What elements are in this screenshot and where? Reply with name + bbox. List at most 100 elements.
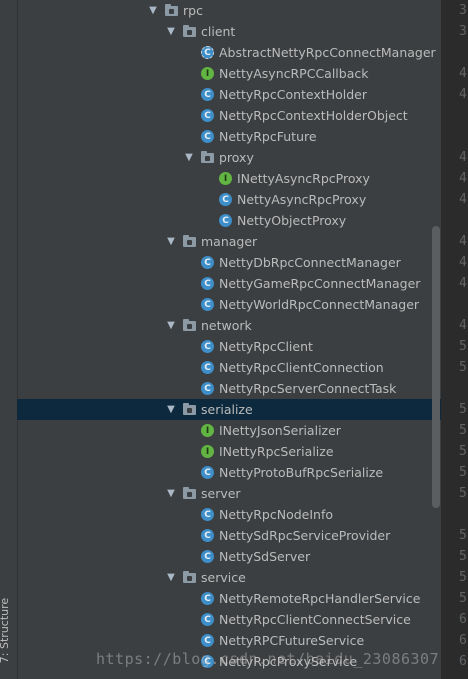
- tree-class-row[interactable]: C NettySdRpcServiceProvider: [17, 525, 441, 546]
- chevron-down-icon[interactable]: ▼: [165, 236, 177, 247]
- tree-class-row[interactable]: C NettyRPCFutureService: [17, 630, 441, 651]
- tree-item-label: NettyRpcFuture: [219, 129, 317, 144]
- tree-item-label: NettyRpcServerConnectTask: [219, 381, 397, 396]
- chevron-down-icon[interactable]: ▼: [165, 404, 177, 415]
- tree-item-label: NettyProtoBufRpcSerialize: [219, 465, 384, 480]
- class-icon: C: [201, 634, 214, 647]
- interface-icon: I: [201, 445, 214, 458]
- tree-class-row[interactable]: C NettyRpcFuture: [17, 126, 441, 147]
- tree-item-label: NettySdRpcServiceProvider: [219, 528, 391, 543]
- line-number: 4: [459, 318, 467, 333]
- tree-item-label: NettyRpcContextHolderObject: [219, 108, 408, 123]
- project-tree[interactable]: ▼ rpc ▼ client C AbstractNettyRpcConnectManag…: [17, 0, 441, 679]
- class-icon: C: [201, 361, 214, 374]
- package-folder-icon: [183, 234, 196, 247]
- tree-class-row[interactable]: C NettySdServer: [17, 546, 441, 567]
- tree-item-label: serialize: [201, 402, 253, 417]
- tree-item-label: INettyRpcSerialize: [219, 444, 334, 459]
- tree-item-label: NettyAsyncRPCCallback: [219, 66, 369, 81]
- class-icon: C: [201, 298, 214, 311]
- line-number: 5: [459, 360, 467, 375]
- tree-class-row[interactable]: C NettyAsyncRpcProxy: [17, 189, 441, 210]
- tree-item-label: NettyRpcContextHolder: [219, 87, 367, 102]
- tree-item-label: NettyObjectProxy: [237, 213, 347, 228]
- tree-package-row[interactable]: ▼ rpc: [17, 0, 441, 21]
- tree-class-row[interactable]: I INettyAsyncRpcProxy: [17, 168, 441, 189]
- tree-class-row[interactable]: C NettyRpcClient: [17, 336, 441, 357]
- abstract-class-icon: C: [201, 46, 214, 59]
- tree-item-label: NettyRpcClientConnectService: [219, 612, 411, 627]
- tree-class-row[interactable]: C NettyGameRpcConnectManager: [17, 273, 441, 294]
- tree-class-row[interactable]: C NettyProtoBufRpcSerialize: [17, 462, 441, 483]
- tree-item-label: network: [201, 318, 252, 333]
- package-folder-icon: [183, 402, 196, 415]
- chevron-down-icon[interactable]: ▼: [183, 152, 195, 163]
- line-number: 5: [459, 402, 467, 417]
- package-folder-icon: [183, 24, 196, 37]
- class-icon: C: [201, 88, 214, 101]
- class-icon: C: [201, 130, 214, 143]
- structure-tab-label[interactable]: 7: Structure: [0, 598, 11, 663]
- tree-item-label: service: [201, 570, 246, 585]
- line-number: 4: [459, 171, 467, 186]
- line-number: 5: [459, 549, 467, 564]
- class-icon: C: [201, 508, 214, 521]
- tree-package-row[interactable]: ▼ serialize: [17, 399, 441, 420]
- tree-class-row[interactable]: C NettyRpcClientConnectService: [17, 609, 441, 630]
- line-number: 4: [459, 234, 467, 249]
- package-folder-icon: [183, 570, 196, 583]
- chevron-down-icon[interactable]: ▼: [165, 320, 177, 331]
- line-number: 5: [459, 486, 467, 501]
- package-folder-icon: [201, 150, 214, 163]
- line-number: 6: [459, 633, 467, 648]
- watermark: https://blog.csdn.net/baidu_23086307: [96, 650, 440, 668]
- structure-tool-strip[interactable]: 7: Structure: [0, 0, 18, 679]
- chevron-down-icon[interactable]: ▼: [165, 572, 177, 583]
- tree-class-row[interactable]: C NettyRpcServerConnectTask: [17, 378, 441, 399]
- tree-item-label: NettyDbRpcConnectManager: [219, 255, 401, 270]
- class-icon: C: [201, 550, 214, 563]
- tree-item-label: client: [201, 24, 236, 39]
- line-number: 4: [459, 87, 467, 102]
- chevron-down-icon[interactable]: ▼: [165, 26, 177, 37]
- tree-class-row[interactable]: I NettyAsyncRPCCallback: [17, 63, 441, 84]
- tree-package-row[interactable]: ▼ server: [17, 483, 441, 504]
- line-number: 5: [459, 339, 467, 354]
- tree-class-row[interactable]: C NettyWorldRpcConnectManager: [17, 294, 441, 315]
- class-icon: C: [201, 613, 214, 626]
- line-number: 3: [459, 24, 467, 39]
- line-number: 5: [459, 444, 467, 459]
- class-icon: C: [219, 193, 232, 206]
- line-number: 5: [459, 423, 467, 438]
- line-number: 5: [459, 528, 467, 543]
- chevron-down-icon[interactable]: ▼: [147, 5, 159, 16]
- tree-class-row[interactable]: I INettyJsonSerializer: [17, 420, 441, 441]
- tree-package-row[interactable]: ▼ client: [17, 21, 441, 42]
- package-folder-icon: [183, 486, 196, 499]
- tree-item-label: NettyRpcClientConnection: [219, 360, 384, 375]
- tree-package-row[interactable]: ▼ network: [17, 315, 441, 336]
- package-folder-icon: [183, 318, 196, 331]
- package-folder-icon: [165, 3, 178, 16]
- class-icon: C: [201, 592, 214, 605]
- tree-class-row[interactable]: C NettyRpcContextHolderObject: [17, 105, 441, 126]
- chevron-down-icon[interactable]: ▼: [165, 488, 177, 499]
- tree-class-row[interactable]: C NettyObjectProxy: [17, 210, 441, 231]
- interface-icon: I: [201, 67, 214, 80]
- tree-class-row[interactable]: C AbstractNettyRpcConnectManager: [17, 42, 441, 63]
- tree-class-row[interactable]: C NettyRpcContextHolder: [17, 84, 441, 105]
- tree-class-row[interactable]: C NettyRemoteRpcHandlerService: [17, 588, 441, 609]
- tree-class-row[interactable]: I INettyRpcSerialize: [17, 441, 441, 462]
- tree-item-label: NettyRpcNodeInfo: [219, 507, 334, 522]
- tree-item-label: server: [201, 486, 241, 501]
- tree-class-row[interactable]: C NettyDbRpcConnectManager: [17, 252, 441, 273]
- tree-item-label: proxy: [219, 150, 254, 165]
- tree-package-row[interactable]: ▼ manager: [17, 231, 441, 252]
- line-number: 6: [459, 612, 467, 627]
- tree-package-row[interactable]: ▼ proxy: [17, 147, 441, 168]
- tree-class-row[interactable]: C NettyRpcNodeInfo: [17, 504, 441, 525]
- tree-package-row[interactable]: ▼ service: [17, 567, 441, 588]
- class-icon: C: [201, 382, 214, 395]
- tree-class-row[interactable]: C NettyRpcClientConnection: [17, 357, 441, 378]
- tree-scrollbar[interactable]: [432, 226, 440, 508]
